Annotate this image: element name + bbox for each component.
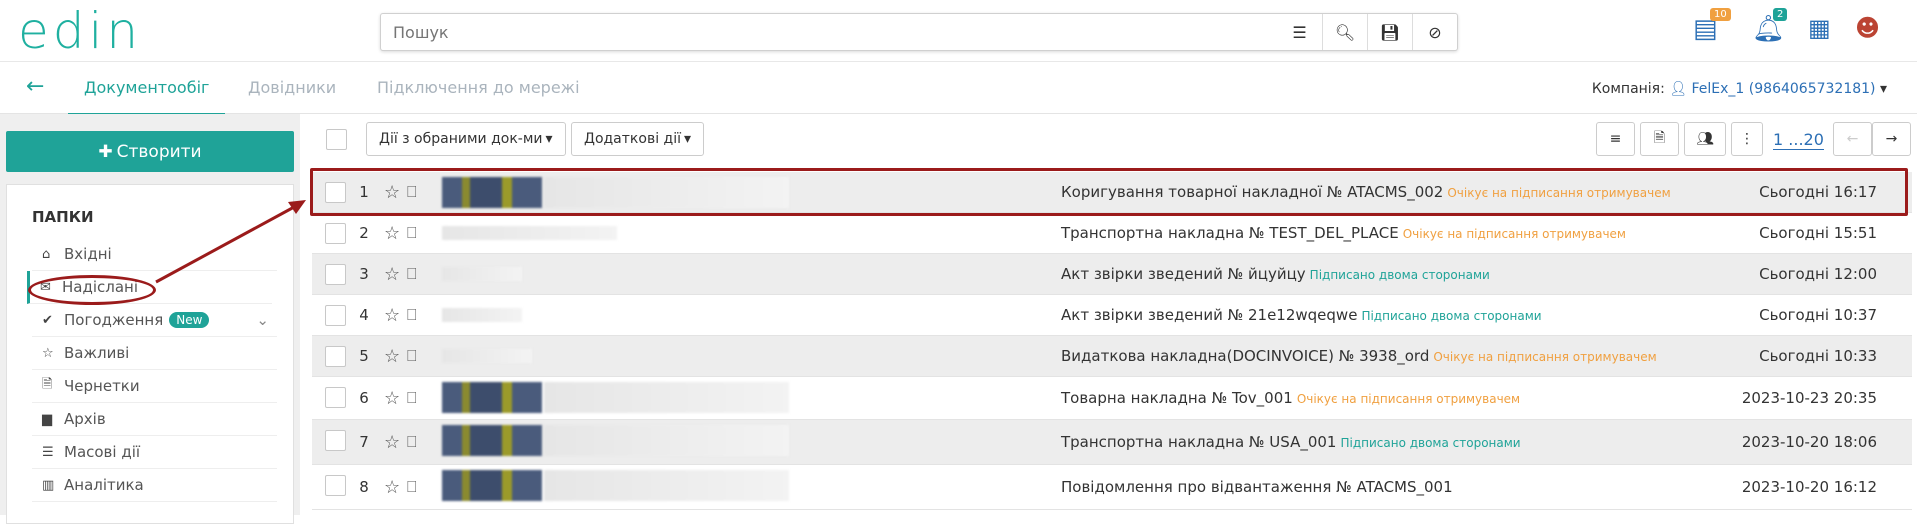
arrow-line: [155, 204, 297, 284]
arrow-head: [288, 200, 306, 214]
annotation-arrow: [155, 200, 306, 284]
